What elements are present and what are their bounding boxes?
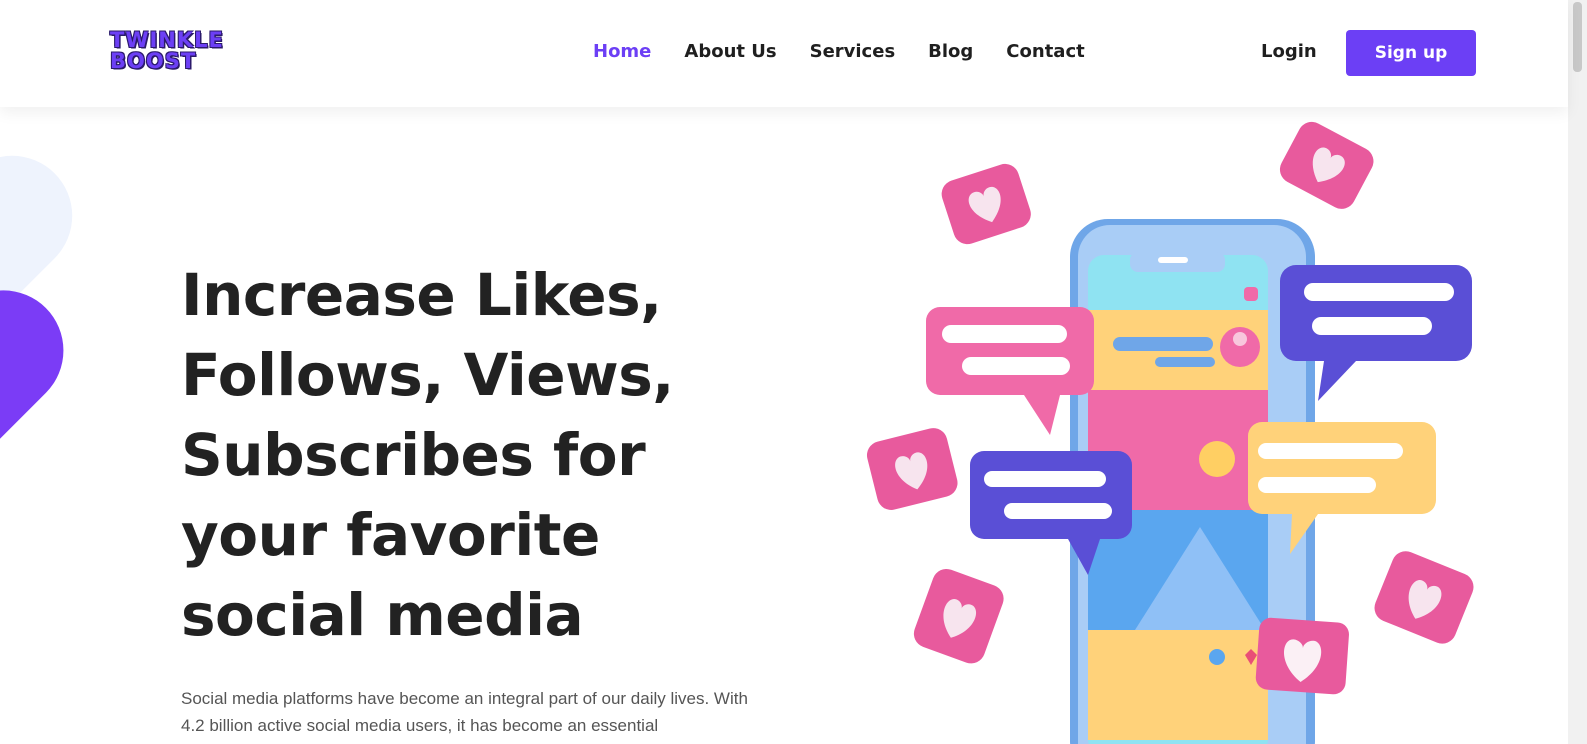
nav-item-blog[interactable]: Blog [928, 40, 973, 64]
heart-icon [1255, 617, 1349, 695]
logo-line-2: BOOST [110, 49, 197, 73]
nav-item-about-us[interactable]: About Us [684, 40, 776, 64]
heart-icon [913, 568, 1004, 664]
heart-icon [866, 428, 958, 510]
heart-icon [1374, 551, 1474, 644]
nav-item-services[interactable]: Services [810, 40, 896, 64]
logo-line-1: TWINKLE [110, 28, 224, 52]
hero-title-line: social media [181, 581, 584, 649]
login-link[interactable]: Login [1261, 40, 1317, 64]
heart-icon [941, 163, 1031, 245]
nav-item-home[interactable]: Home [593, 40, 651, 64]
signup-button[interactable]: Sign up [1346, 30, 1476, 76]
page-scrollbar[interactable] [1568, 0, 1587, 744]
nav-item-contact[interactable]: Contact [1006, 40, 1084, 64]
heart-icon [1279, 121, 1374, 209]
decorative-shapes [0, 107, 200, 567]
hero-title-line: Follows, Views, [181, 341, 674, 409]
chat-bubble-icon [926, 307, 1094, 435]
brand-logo[interactable]: TWINKLE BOOST [110, 30, 228, 76]
hero-title-line: Increase Likes, [181, 261, 662, 329]
site-header: TWINKLE BOOST Home About Us Services Blo… [0, 0, 1568, 107]
scrollbar-thumb[interactable] [1573, 2, 1582, 72]
main-nav: Home About Us Services Blog Contact [593, 40, 1118, 64]
social-phone-illustration [866, 121, 1474, 744]
hero-title: Increase Likes, Follows, Views, Subscrib… [181, 255, 701, 655]
hero-title-line: your favorite [181, 501, 600, 569]
hero-illustration [860, 107, 1510, 744]
hero-description: Social media platforms have become an in… [181, 689, 748, 735]
hero-title-line: Subscribes for [181, 421, 646, 489]
decorative-pill-shapes [0, 155, 73, 566]
